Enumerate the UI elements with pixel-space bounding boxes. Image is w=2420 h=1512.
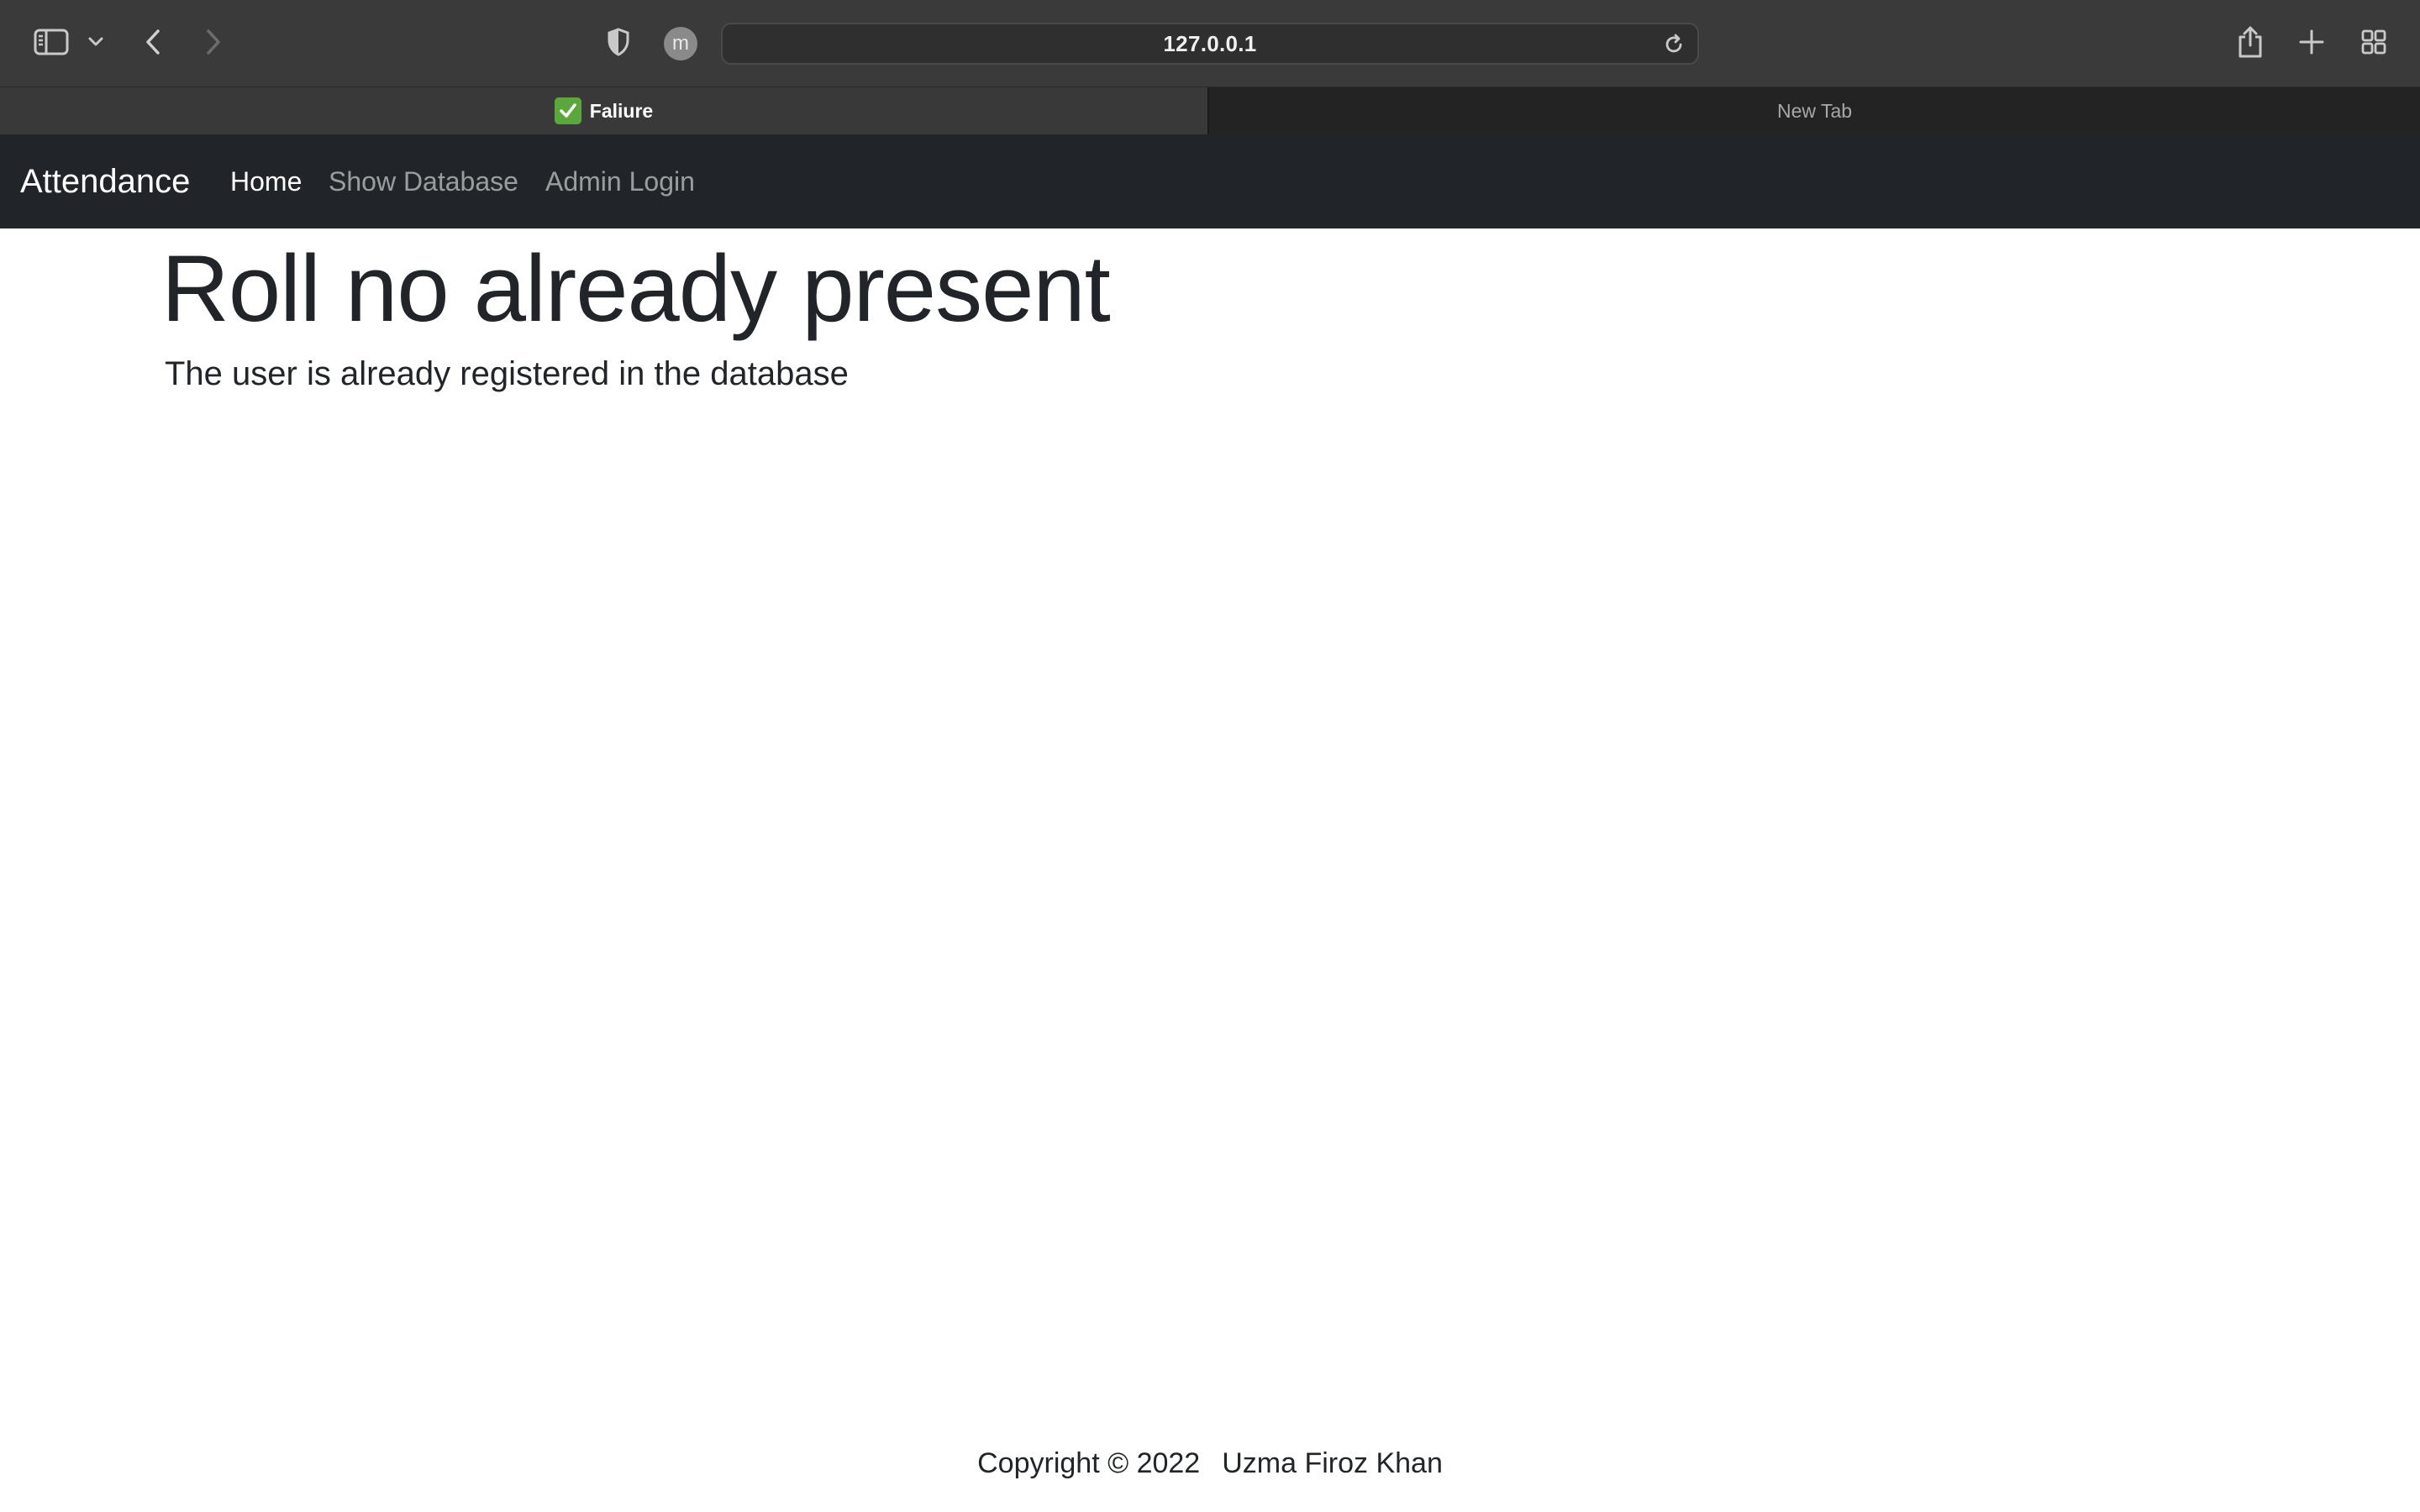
sidebar-menu-button[interactable] <box>84 30 108 54</box>
tab-bar: Faliure New Tab <box>0 87 2420 134</box>
tab-label: Faliure <box>589 99 654 122</box>
chevron-down-icon <box>88 37 103 47</box>
back-icon <box>145 29 161 55</box>
address-text: 127.0.0.1 <box>1163 30 1257 56</box>
check-icon <box>554 97 581 124</box>
nav-link-admin-login[interactable]: Admin Login <box>545 166 695 197</box>
privacy-report-button[interactable] <box>603 25 634 59</box>
profile-initial: m <box>672 32 689 55</box>
sidebar-icon <box>34 29 69 55</box>
new-tab-button[interactable] <box>2296 25 2328 59</box>
reload-icon <box>1663 34 1685 55</box>
forward-button[interactable] <box>198 25 229 59</box>
shield-icon <box>607 28 630 56</box>
author-name: Uzma Firoz Khan <box>1222 1446 1443 1479</box>
nav-link-show-database[interactable]: Show Database <box>329 166 518 197</box>
tab-new-tab[interactable]: New Tab <box>1209 87 2420 134</box>
grid-icon <box>2360 29 2387 55</box>
address-bar[interactable]: 127.0.0.1 <box>721 23 1699 65</box>
main-content: Roll no already present The user is alre… <box>161 228 2259 393</box>
nav-link-home[interactable]: Home <box>230 166 302 197</box>
browser-toolbar: m 127.0.0.1 <box>0 0 2420 87</box>
tab-faliure[interactable]: Faliure <box>0 87 1208 134</box>
site-navbar: Attendance Home Show Database Admin Logi… <box>0 134 2420 228</box>
status-message: The user is already registered in the da… <box>165 354 849 392</box>
plus-icon <box>2299 29 2324 55</box>
forward-icon <box>205 29 222 55</box>
share-icon <box>2237 25 2264 59</box>
tab-label: New Tab <box>1776 99 1853 122</box>
page-footer: Copyright © 2022 Uzma Firoz Khan <box>0 1438 2420 1488</box>
navbar-brand[interactable]: Attendance <box>20 163 190 201</box>
sidebar-toggle-button[interactable] <box>32 25 71 59</box>
share-button[interactable] <box>2233 22 2267 62</box>
copyright-text: Copyright © 2022 <box>977 1446 1201 1479</box>
profile-avatar[interactable]: m <box>664 27 697 60</box>
back-button[interactable] <box>138 25 168 59</box>
tab-overview-button[interactable] <box>2358 25 2390 59</box>
reload-button[interactable] <box>1662 33 1686 56</box>
page-title: Roll no already present <box>161 236 1111 341</box>
